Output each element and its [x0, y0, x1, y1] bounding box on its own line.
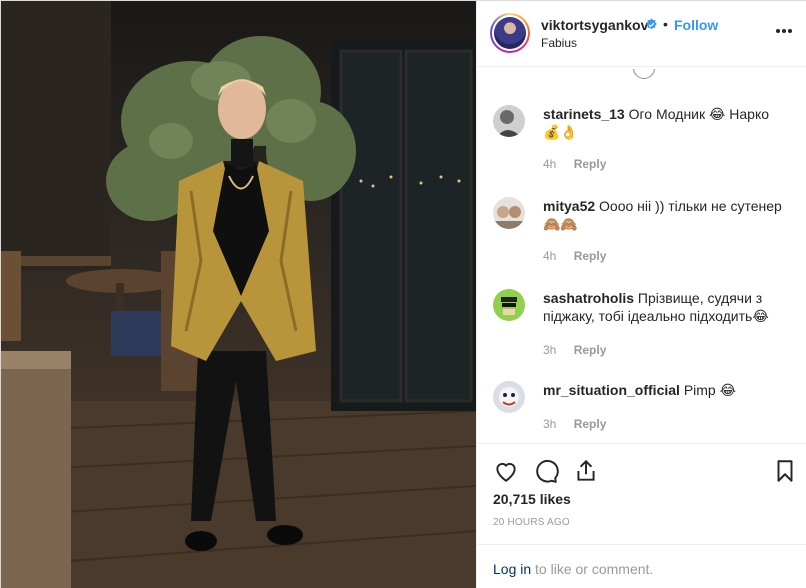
reply-button[interactable]: Reply	[574, 343, 607, 357]
post-location[interactable]: Fabius	[541, 36, 577, 50]
comment-meta: 4h Reply	[543, 157, 606, 171]
comment-icon[interactable]	[533, 458, 559, 484]
photo-illustration	[1, 1, 476, 588]
comment-avatar[interactable]	[493, 197, 525, 229]
login-prompt: Log in to like or comment.	[477, 544, 806, 588]
comment-username[interactable]: mr_situation_official	[543, 382, 680, 398]
comment-avatar[interactable]	[493, 289, 525, 321]
comment-meta: 3h Reply	[543, 343, 606, 357]
bookmark-icon[interactable]	[772, 458, 798, 484]
post-side-panel: viktortsygankov • Follow Fabius starinet…	[476, 1, 806, 588]
reply-button[interactable]: Reply	[574, 157, 607, 171]
post-header: viktortsygankov • Follow Fabius	[477, 1, 806, 67]
comment-time: 4h	[543, 249, 557, 263]
comment-time: 3h	[543, 343, 557, 357]
comment-username[interactable]: sashatroholis	[543, 290, 634, 306]
login-link[interactable]: Log in	[493, 561, 531, 577]
action-bar: 20,715 likes 20 HOURS AGO Log in to like…	[477, 443, 806, 588]
separator-dot: •	[663, 16, 668, 32]
reply-button[interactable]: Reply	[574, 417, 607, 431]
comments-list: starinets_13 Ого Модник 😂 Нарко 💰👌 4h Re…	[477, 67, 806, 443]
follow-button[interactable]: Follow	[674, 17, 718, 33]
author-username[interactable]: viktortsygankov	[541, 17, 648, 33]
comment-body: starinets_13 Ого Модник 😂 Нарко 💰👌	[543, 105, 783, 141]
comment-username[interactable]: starinets_13	[543, 106, 625, 122]
comment-body: mitya52 Оооо ніі )) тільки не сутенер 🙈🙈	[543, 197, 783, 233]
verified-badge-icon	[646, 18, 657, 30]
comment-avatar[interactable]	[493, 105, 525, 137]
comment-body: mr_situation_official Pimp 😂	[543, 381, 783, 399]
comment-text: Pimp 😂	[683, 382, 736, 398]
author-avatar[interactable]	[490, 13, 530, 53]
comment-username[interactable]: mitya52	[543, 198, 595, 214]
post-dialog: viktortsygankov • Follow Fabius starinet…	[0, 0, 806, 588]
likes-count[interactable]: 20,715 likes	[493, 491, 571, 507]
comment-meta: 4h Reply	[543, 249, 606, 263]
comment-body: sashatroholis Прізвище, судячи з піджаку…	[543, 289, 783, 325]
share-icon[interactable]	[573, 458, 599, 484]
post-photo[interactable]	[1, 1, 476, 588]
reply-button[interactable]: Reply	[574, 249, 607, 263]
comment-meta: 3h Reply	[543, 417, 606, 431]
more-options-icon[interactable]	[774, 21, 794, 41]
comment-time: 4h	[543, 157, 557, 171]
post-timestamp: 20 HOURS AGO	[493, 517, 570, 528]
comment-time: 3h	[543, 417, 557, 431]
comment-avatar[interactable]	[493, 381, 525, 413]
heart-icon[interactable]	[493, 458, 519, 484]
login-rest-text: to like or comment.	[531, 561, 654, 577]
